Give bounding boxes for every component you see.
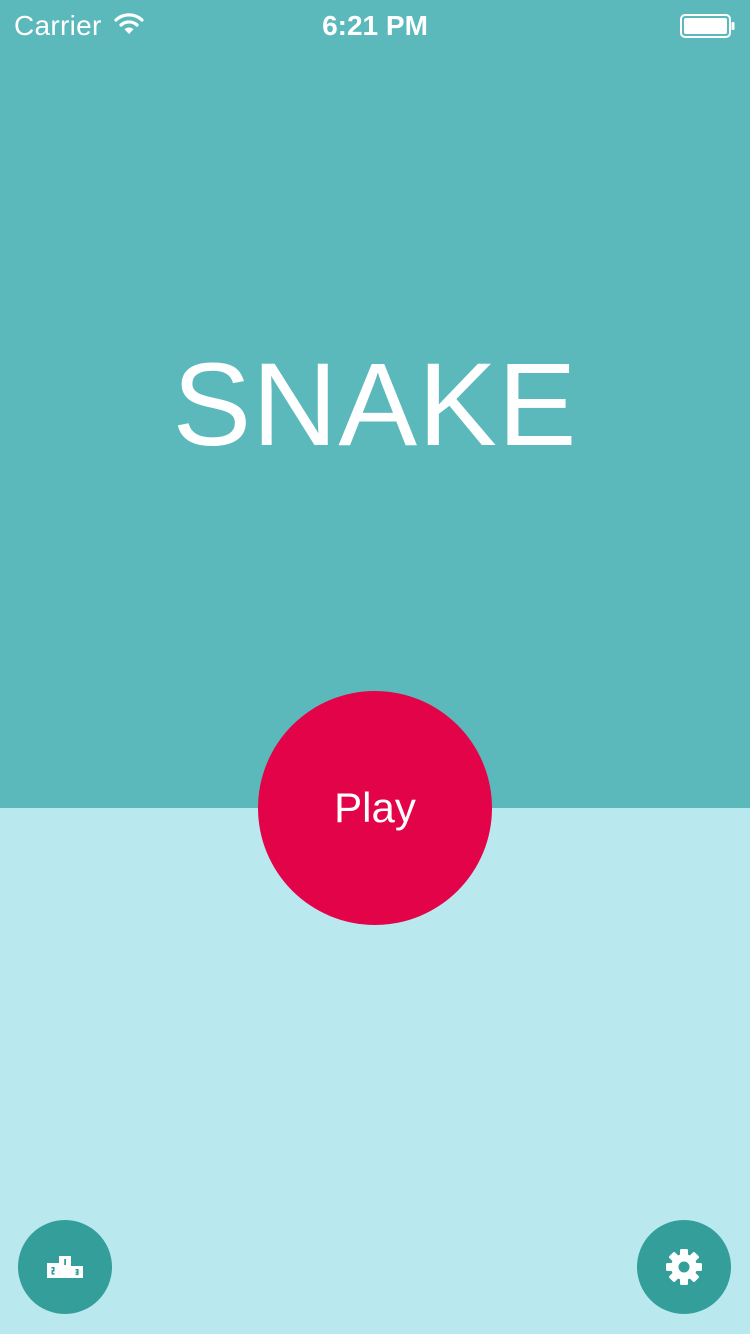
status-time: 6:21 PM xyxy=(322,10,428,41)
gear-icon xyxy=(663,1246,705,1288)
play-button-label: Play xyxy=(334,784,416,831)
status-bar: Carrier 6:21 PM xyxy=(0,0,750,50)
leaderboard-button[interactable] xyxy=(18,1220,112,1314)
podium-icon xyxy=(45,1254,85,1280)
app-title: SNAKE xyxy=(172,339,578,471)
battery-icon xyxy=(680,14,736,38)
home-screen: Carrier 6:21 PM SNAKE Play xyxy=(0,0,750,1334)
settings-button[interactable] xyxy=(637,1220,731,1314)
play-button[interactable]: Play xyxy=(258,691,492,925)
